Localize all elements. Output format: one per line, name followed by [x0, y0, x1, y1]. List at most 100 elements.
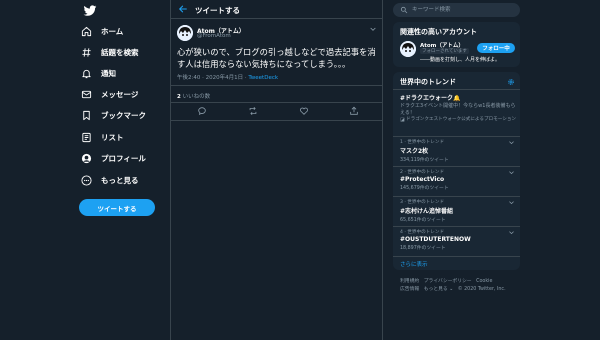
tweet-actions: [171, 104, 382, 118]
footer-links: 利用規約 プライバシーポリシー Cookie 広告情報 もっと見る ⌄ © 20…: [400, 278, 518, 294]
promoted-trend[interactable]: #ドラクエウォーク🔔 ドラクエ3イベント開催中！今ならw1長者装備もらえる！ ド…: [400, 93, 518, 123]
chevron-down-icon[interactable]: [508, 229, 515, 236]
trend-category: 3 · 世界中のトレンド: [400, 200, 445, 205]
trend-category: 2 · 世界中のトレンド: [400, 170, 445, 175]
nav-item-label: プロフィール: [101, 153, 146, 163]
nav-item-label: 通知: [101, 68, 116, 78]
avatar[interactable]: [177, 25, 193, 41]
divider: [171, 120, 382, 121]
nav-item-more[interactable]: もっと見る: [81, 171, 171, 189]
related-accounts-title: 関連性の高いアカウント: [400, 28, 477, 36]
nav-item-lists[interactable]: リスト: [81, 128, 171, 146]
search-input[interactable]: [412, 5, 512, 15]
chevron-down-icon[interactable]: [508, 199, 515, 206]
promoted-trend-desc: ドラクエ3イベント開催中！今ならw1長者装備もらえる！: [400, 103, 516, 116]
chevron-down-icon[interactable]: [508, 139, 515, 146]
home-icon: [81, 26, 92, 36]
follows-you-badge: フォローされています: [420, 48, 469, 54]
like-count[interactable]: 2 いいねの数: [177, 92, 210, 100]
nav-item-messages[interactable]: メッセージ: [81, 85, 171, 103]
chevron-down-icon[interactable]: [369, 25, 377, 33]
tweet-timestamp: 午後2:40 · 2020年4月1日 · TweetDeck: [177, 73, 278, 81]
page-title: ツイートする: [195, 6, 240, 15]
promoted-trend-name: #ドラクエウォーク🔔: [400, 95, 461, 102]
nav-item-explore[interactable]: 話題を検索: [81, 43, 171, 61]
nav-item-label: ホーム: [101, 26, 124, 36]
tweet-text: 心が狭いので、ブログの引っ越しなどで過去記事を消す人は信用ならない気持ちになって…: [177, 47, 376, 69]
divider: [393, 89, 520, 90]
trends-card: 世界中のトレンド #ドラクエウォーク🔔 ドラクエ3イベント開催中！今ならw1長者…: [393, 72, 520, 270]
trend-item[interactable]: 3 · 世界中のトレンド #志村けん追悼番組 65,651件のツイート: [400, 199, 515, 228]
divider: [393, 136, 520, 137]
nav-item-label: メッセージ: [101, 89, 139, 99]
back-arrow-icon[interactable]: [178, 4, 188, 14]
share-icon[interactable]: [349, 106, 359, 116]
divider: [393, 256, 520, 257]
twitter-logo-icon[interactable]: [83, 4, 97, 18]
nav-item-profile[interactable]: プロフィール: [81, 149, 171, 167]
right-sidebar: 関連性の高いアカウント Atom（アトム） フォローされています ――動画を打刻…: [393, 0, 521, 340]
more-icon: [81, 174, 92, 186]
trend-category: 4 · 世界中のトレンド: [400, 230, 445, 235]
bookmark-icon: [83, 110, 90, 120]
trend-category: 1 · 世界中のトレンド: [400, 140, 445, 145]
trend-item[interactable]: 1 · 世界中のトレンド マスク2枚 334,119件のツイート: [400, 139, 515, 168]
divider: [393, 226, 520, 227]
bell-icon: [82, 69, 91, 78]
trend-name: #志村けん追悼番組: [400, 208, 454, 215]
trend-count: 18,897件のツイート: [400, 246, 446, 251]
reply-icon[interactable]: [197, 106, 207, 116]
divider: [393, 166, 520, 167]
mail-icon: [81, 90, 92, 98]
tweet-button[interactable]: ツイートする: [79, 199, 155, 216]
related-accounts-card: 関連性の高いアカウント Atom（アトム） フォローされています ――動画を打刻…: [393, 22, 520, 67]
trends-title: 世界中のトレンド: [400, 78, 456, 86]
chevron-down-icon[interactable]: [508, 169, 515, 176]
footer-link-more[interactable]: もっと見る ⌄: [424, 287, 454, 292]
trend-name: #ProtectVico: [400, 176, 445, 183]
footer-copyright: © 2020 Twitter, Inc.: [457, 287, 506, 292]
avatar-image-icon: [177, 25, 193, 41]
trend-name: マスク2枚: [400, 148, 429, 155]
nav-item-home[interactable]: ホーム: [81, 22, 171, 40]
divider: [171, 85, 382, 86]
footer-link-cookie[interactable]: Cookie: [476, 279, 492, 284]
trend-count: 334,119件のツイート: [400, 158, 449, 163]
like-icon[interactable]: [299, 106, 309, 116]
column-header: ツイートする: [171, 0, 382, 19]
promoted-by: ドラゴンクエストウォーク公式によるプロモーション: [400, 117, 518, 123]
trend-item[interactable]: 4 · 世界中のトレンド #OUSTDUTERTENOW 18,897件のツイー…: [400, 229, 515, 258]
like-count-label: いいねの数: [180, 94, 211, 100]
footer-link-ads[interactable]: 広告情報: [400, 287, 419, 292]
tweet-time: 午後2:40 · 2020年4月1日 ·: [177, 75, 249, 81]
trend-item[interactable]: 2 · 世界中のトレンド #ProtectVico 145,679件のツイート: [400, 169, 515, 198]
tweet-author[interactable]: Atom（アトム） @FromAtom: [177, 25, 377, 42]
trend-count: 65,651件のツイート: [400, 218, 446, 223]
nav-item-label: ブックマーク: [101, 110, 146, 120]
sidebar-nav: ホーム 話題を検索 通知 メッセージ ブックマーク リスト プロフィール もっと…: [75, 0, 167, 340]
following-button[interactable]: フォロー中: [477, 43, 515, 53]
nav-item-bookmarks[interactable]: ブックマーク: [81, 106, 171, 124]
divider: [393, 196, 520, 197]
gear-icon[interactable]: [507, 78, 515, 86]
retweet-icon[interactable]: [248, 106, 258, 116]
nav-item-notifications[interactable]: 通知: [81, 64, 171, 82]
related-account-bio: ――動画を打刻し、人月を伸ばよ。: [420, 57, 501, 63]
search-icon: [400, 6, 408, 14]
tweet-source-link[interactable]: TweetDeck: [248, 75, 278, 81]
profile-icon: [81, 153, 92, 163]
nav-item-label: 話題を検索: [101, 47, 139, 57]
avatar[interactable]: [400, 41, 416, 57]
list-icon: [82, 132, 91, 142]
footer-link-terms[interactable]: 利用規約: [400, 279, 419, 284]
show-more-link[interactable]: さらに表示: [400, 260, 428, 268]
nav-item-label: リスト: [101, 132, 124, 142]
nav-item-label: もっと見る: [101, 175, 139, 185]
trend-name: #OUSTDUTERTENOW: [400, 236, 471, 243]
author-handle: @FromAtom: [197, 33, 231, 39]
trend-count: 145,679件のツイート: [400, 186, 449, 191]
footer-link-privacy[interactable]: プライバシーポリシー: [424, 279, 472, 284]
tweet-detail-column: ツイートする Atom（アトム） @FromAtom 心が狭いので、ブログの引っ…: [170, 0, 383, 340]
twitter-app: ホーム 話題を検索 通知 メッセージ ブックマーク リスト プロフィール もっと…: [0, 0, 600, 340]
search-box[interactable]: [393, 3, 520, 17]
